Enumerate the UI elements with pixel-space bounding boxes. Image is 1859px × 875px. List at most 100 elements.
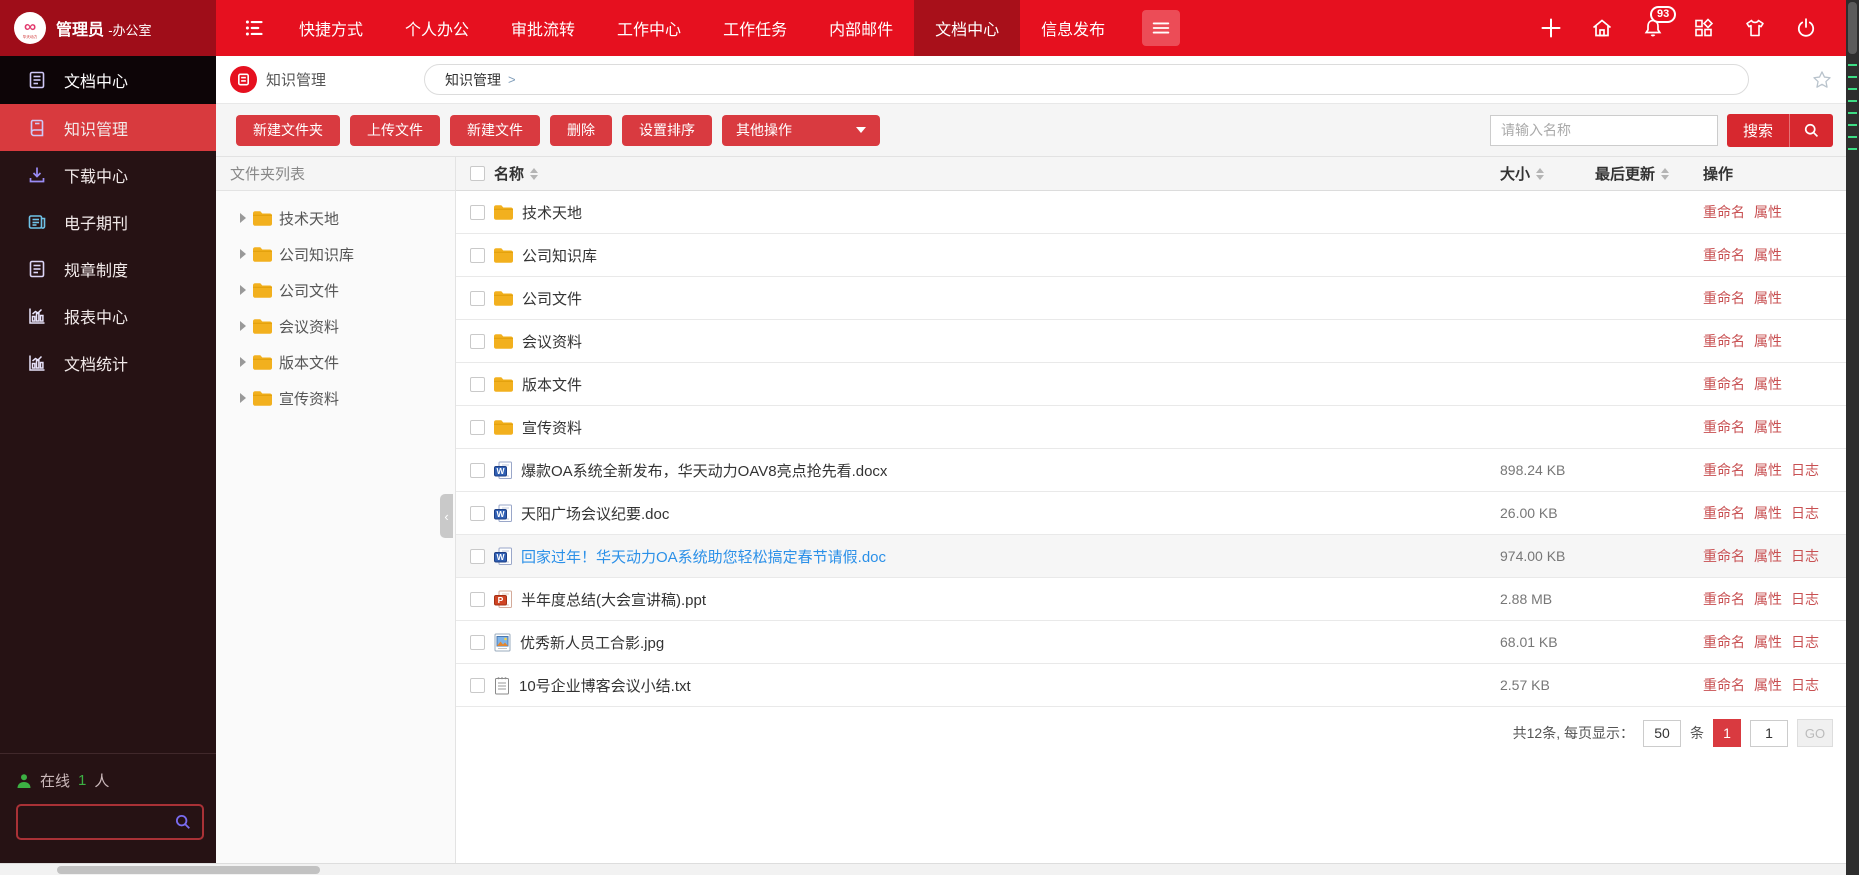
breadcrumb[interactable]: 知识管理 > [424,64,1750,95]
tree-collapse-handle[interactable]: ‹ [440,494,453,538]
vscroll-thumb[interactable] [1848,2,1857,54]
file-name[interactable]: 宣传资料 [522,417,582,438]
tree-folder-技术天地[interactable]: 技术天地 [216,200,455,236]
page-size-input[interactable] [1643,719,1681,747]
action-属性[interactable]: 属性 [1754,460,1782,480]
action-日志[interactable]: 日志 [1791,675,1819,695]
column-name[interactable]: 名称 [494,163,539,184]
column-size[interactable]: 大小 [1500,163,1545,184]
row-checkbox[interactable] [470,591,485,607]
tree-folder-公司知识库[interactable]: 公司知识库 [216,236,455,272]
action-重命名[interactable]: 重命名 [1703,460,1745,480]
action-属性[interactable]: 属性 [1754,675,1782,695]
row-checkbox[interactable] [470,247,485,263]
action-日志[interactable]: 日志 [1791,546,1819,566]
current-page-button[interactable]: 1 [1713,719,1741,747]
action-日志[interactable]: 日志 [1791,460,1819,480]
row-checkbox[interactable] [470,376,485,392]
action-属性[interactable]: 属性 [1754,202,1782,222]
toolbar-button-新建文件[interactable]: 新建文件 [450,114,540,146]
column-updated[interactable]: 最后更新 [1595,163,1670,184]
nav-item-审批流转[interactable]: 审批流转 [490,0,596,56]
tree-expand-caret-icon[interactable] [240,357,246,367]
file-name[interactable]: 版本文件 [522,374,582,395]
tree-expand-caret-icon[interactable] [240,285,246,295]
action-重命名[interactable]: 重命名 [1703,374,1745,394]
tree-folder-宣传资料[interactable]: 宣传资料 [216,380,455,416]
tree-folder-会议资料[interactable]: 会议资料 [216,308,455,344]
search-button[interactable]: 搜索 [1726,113,1833,147]
power-icon[interactable] [1793,15,1819,41]
action-重命名[interactable]: 重命名 [1703,331,1745,351]
action-重命名[interactable]: 重命名 [1703,288,1745,308]
nav-list-icon[interactable] [242,0,268,56]
favorite-star-icon[interactable] [1811,69,1833,91]
theme-shirt-icon[interactable] [1742,15,1768,41]
sidebar-item-文档统计[interactable]: 文档统计 [0,339,216,386]
tree-folder-公司文件[interactable]: 公司文件 [216,272,455,308]
file-name[interactable]: 半年度总结(大会宣讲稿).ppt [521,589,706,610]
tree-expand-caret-icon[interactable] [240,393,246,403]
action-重命名[interactable]: 重命名 [1703,417,1745,437]
row-checkbox[interactable] [470,677,485,693]
file-name[interactable]: 技术天地 [522,202,582,223]
action-属性[interactable]: 属性 [1754,417,1782,437]
action-属性[interactable]: 属性 [1754,589,1782,609]
tree-folder-版本文件[interactable]: 版本文件 [216,344,455,380]
action-属性[interactable]: 属性 [1754,374,1782,394]
sidebar-item-规章制度[interactable]: 规章制度 [0,245,216,292]
action-重命名[interactable]: 重命名 [1703,202,1745,222]
toolbar-button-设置排序[interactable]: 设置排序 [622,114,712,146]
action-属性[interactable]: 属性 [1754,331,1782,351]
action-日志[interactable]: 日志 [1791,632,1819,652]
row-checkbox[interactable] [470,634,485,650]
nav-item-工作中心[interactable]: 工作中心 [596,0,702,56]
toolbar-button-新建文件夹[interactable]: 新建文件夹 [236,114,340,146]
row-checkbox[interactable] [470,333,485,349]
nav-overflow-button[interactable] [1142,10,1181,46]
action-属性[interactable]: 属性 [1754,288,1782,308]
toolbar-button-删除[interactable]: 删除 [550,114,612,146]
action-重命名[interactable]: 重命名 [1703,675,1745,695]
nav-item-工作任务[interactable]: 工作任务 [702,0,808,56]
row-checkbox[interactable] [470,204,485,220]
row-checkbox[interactable] [470,462,485,478]
nav-item-文档中心[interactable]: 文档中心 [914,0,1021,56]
action-属性[interactable]: 属性 [1754,546,1782,566]
vertical-scrollbar[interactable] [1846,0,1859,875]
horizontal-scrollbar[interactable] [0,863,1859,875]
action-日志[interactable]: 日志 [1791,589,1819,609]
sidebar-item-报表中心[interactable]: 报表中心 [0,292,216,339]
nav-item-快捷方式[interactable]: 快捷方式 [278,0,384,56]
action-重命名[interactable]: 重命名 [1703,546,1745,566]
file-name[interactable]: 10号企业博客会议小结.txt [519,675,691,696]
home-icon[interactable] [1589,15,1615,41]
apps-grid-icon[interactable] [1691,15,1717,41]
name-search-input[interactable] [1489,114,1718,146]
nav-item-内部邮件[interactable]: 内部邮件 [808,0,914,56]
plus-icon[interactable] [1538,15,1564,41]
row-checkbox[interactable] [470,548,485,564]
search-icon[interactable] [174,813,192,831]
row-checkbox[interactable] [470,505,485,521]
more-actions-dropdown[interactable]: 其他操作 [722,114,880,146]
nav-item-信息发布[interactable]: 信息发布 [1020,0,1126,56]
action-重命名[interactable]: 重命名 [1703,245,1745,265]
sidebar-item-电子期刊[interactable]: 电子期刊 [0,198,216,245]
go-button[interactable]: GO [1797,719,1833,747]
tree-expand-caret-icon[interactable] [240,321,246,331]
tree-expand-caret-icon[interactable] [240,213,246,223]
file-name[interactable]: 天阳广场会议纪要.doc [521,503,669,524]
file-name[interactable]: 爆款OA系统全新发布，华天动力OAV8亮点抢先看.docx [521,460,887,481]
bell-icon[interactable]: 93 [1640,6,1677,41]
tree-expand-caret-icon[interactable] [240,249,246,259]
select-all-checkbox[interactable] [470,166,485,181]
action-日志[interactable]: 日志 [1791,503,1819,523]
sidebar-search-input[interactable] [28,814,174,830]
sidebar-item-知识管理[interactable]: 知识管理 [0,104,216,151]
sidebar-item-下载中心[interactable]: 下载中心 [0,151,216,198]
action-属性[interactable]: 属性 [1754,503,1782,523]
action-重命名[interactable]: 重命名 [1703,589,1745,609]
nav-item-个人办公[interactable]: 个人办公 [384,0,490,56]
file-name[interactable]: 公司知识库 [522,245,597,266]
